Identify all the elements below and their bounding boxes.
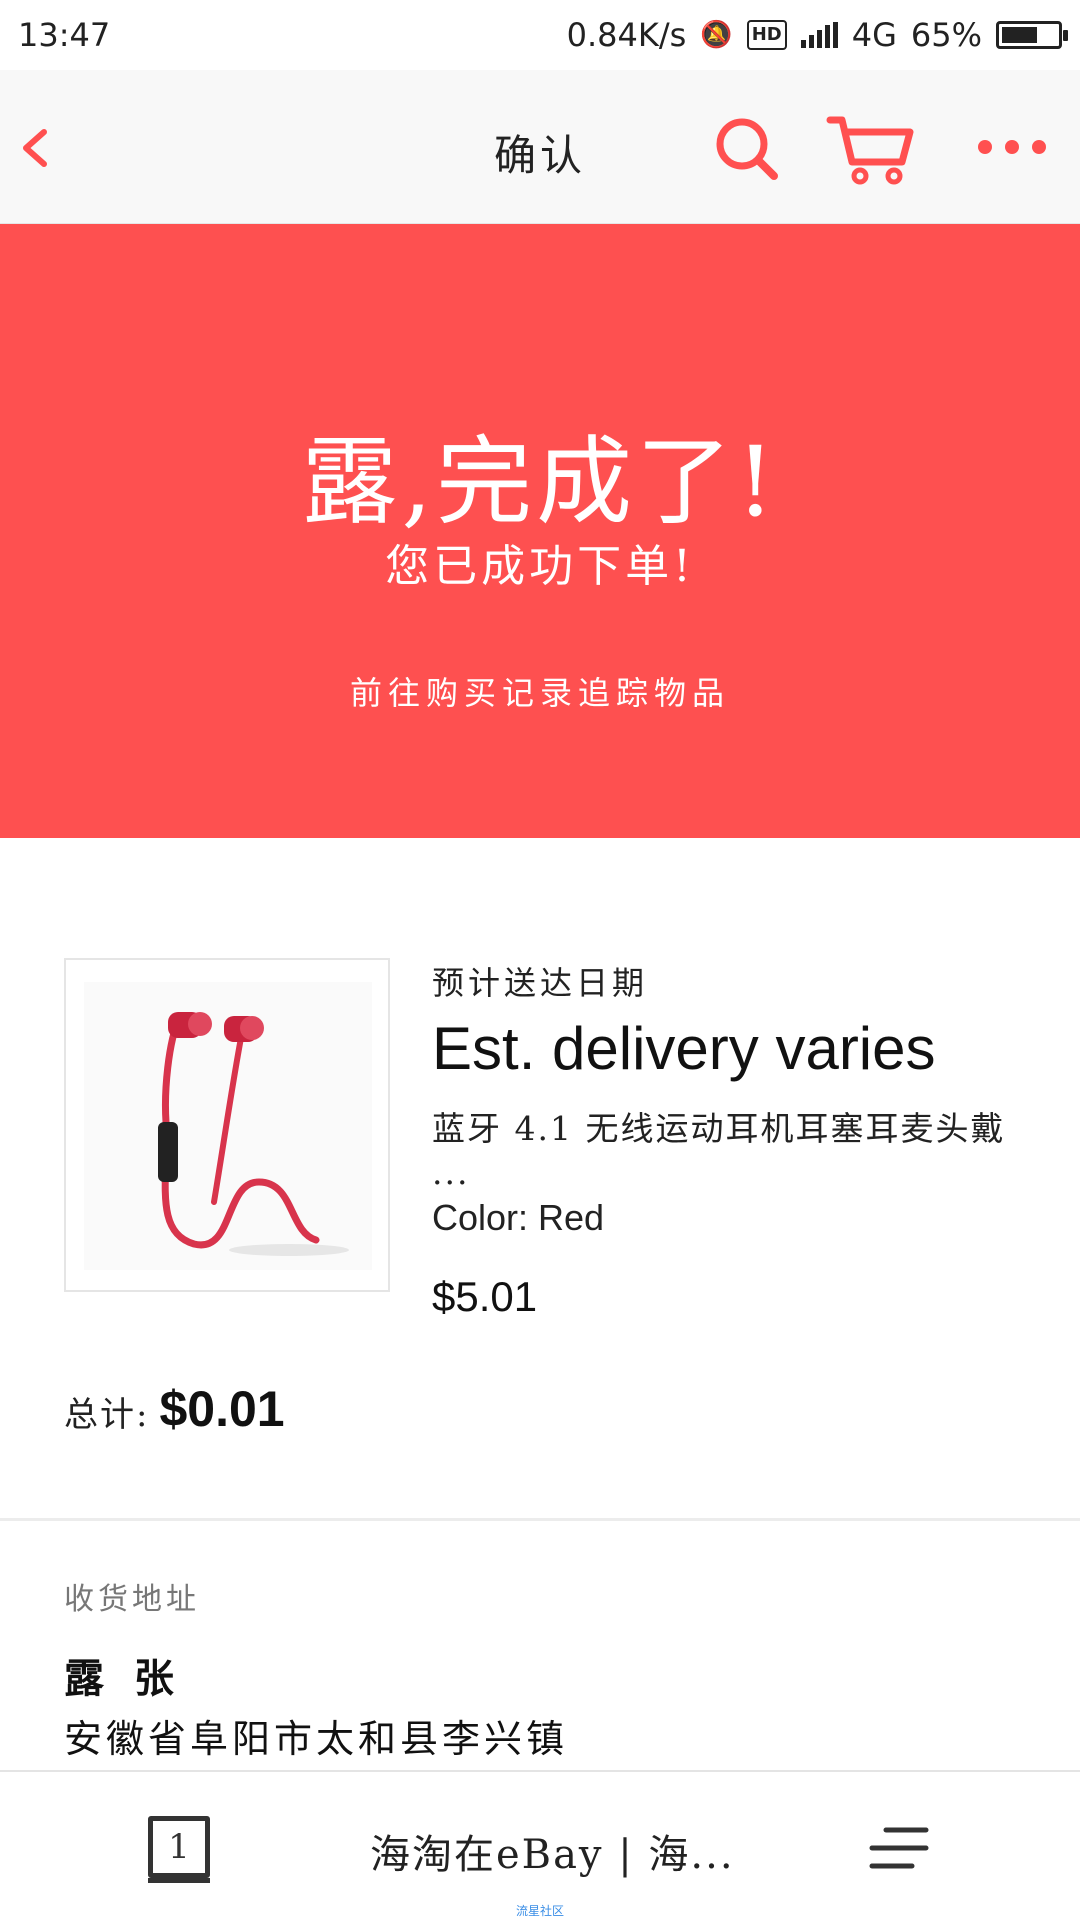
track-order-link[interactable]: 前往购买记录追踪物品: [0, 668, 1080, 714]
network-type: 4G: [851, 16, 897, 54]
status-time: 13:47: [18, 16, 111, 54]
section-divider: [0, 1518, 1080, 1521]
order-total: 总计: $0.01: [64, 1380, 285, 1438]
browser-bottom-bar: 1 海淘在eBay | 海...: [0, 1770, 1080, 1920]
item-title-ellipsis: ...: [432, 1153, 470, 1192]
mute-icon: 🔕: [700, 20, 733, 50]
success-banner: 露,完成了! 您已成功下单! 前往购买记录追踪物品: [0, 224, 1080, 838]
more-button[interactable]: [978, 134, 1046, 160]
item-image[interactable]: [64, 958, 390, 1292]
browser-page-title[interactable]: 海淘在eBay | 海...: [370, 1822, 735, 1880]
more-dot: [1005, 140, 1019, 154]
shipping-label: 收货地址: [64, 1582, 200, 1617]
delivery-label: 预计送达日期: [432, 964, 649, 1002]
delivery-value: Est. delivery varies: [432, 1015, 936, 1082]
banner-headline: 露,完成了!: [301, 426, 779, 538]
item-title-text: 蓝牙 4.1 无线运动耳机耳塞耳麦头戴: [432, 1109, 1006, 1148]
search-icon: [716, 118, 778, 180]
status-bar: 13:47 0.84K/s 🔕 HD 4G 65%: [0, 0, 1080, 70]
cart-icon: [826, 116, 914, 185]
signal-icon: [800, 22, 838, 48]
total-value: $0.01: [159, 1381, 285, 1437]
menu-icon: [869, 1827, 929, 1869]
recipient-name: 露 张: [64, 1655, 182, 1702]
earphones-image: [158, 1012, 349, 1256]
more-dot: [978, 140, 992, 154]
tabs-button[interactable]: 1: [148, 1816, 210, 1883]
shipping-address: 安徽省阜阳市太和县李兴镇: [64, 1717, 569, 1761]
item-info: 预计送达日期 Est. delivery varies 蓝牙 4.1 无线运动耳…: [432, 958, 1032, 1321]
item-color: Color: Red: [432, 1197, 605, 1238]
item-price: $5.01: [432, 1273, 538, 1320]
cart-button[interactable]: [826, 112, 916, 188]
item-title[interactable]: 蓝牙 4.1 无线运动耳机耳塞耳麦头戴 ...: [432, 1107, 1032, 1195]
more-dot: [1032, 140, 1046, 154]
menu-button[interactable]: [868, 1824, 930, 1874]
watermark-text: 流星社区: [515, 1904, 564, 1918]
battery-percent: 65%: [910, 16, 982, 54]
item-image-frame: [84, 982, 372, 1270]
app-bar: 确认: [0, 70, 1080, 224]
total-label: 总计:: [64, 1395, 150, 1435]
banner-subtitle: 您已成功下单!: [385, 541, 695, 592]
battery-icon: [996, 21, 1068, 49]
net-speed: 0.84K/s: [566, 16, 687, 54]
hd-badge: HD: [746, 20, 787, 50]
page-title: 确认: [493, 131, 586, 180]
search-button[interactable]: [712, 114, 782, 184]
status-indicators: 0.84K/s 🔕 HD 4G 65%: [566, 16, 1068, 54]
